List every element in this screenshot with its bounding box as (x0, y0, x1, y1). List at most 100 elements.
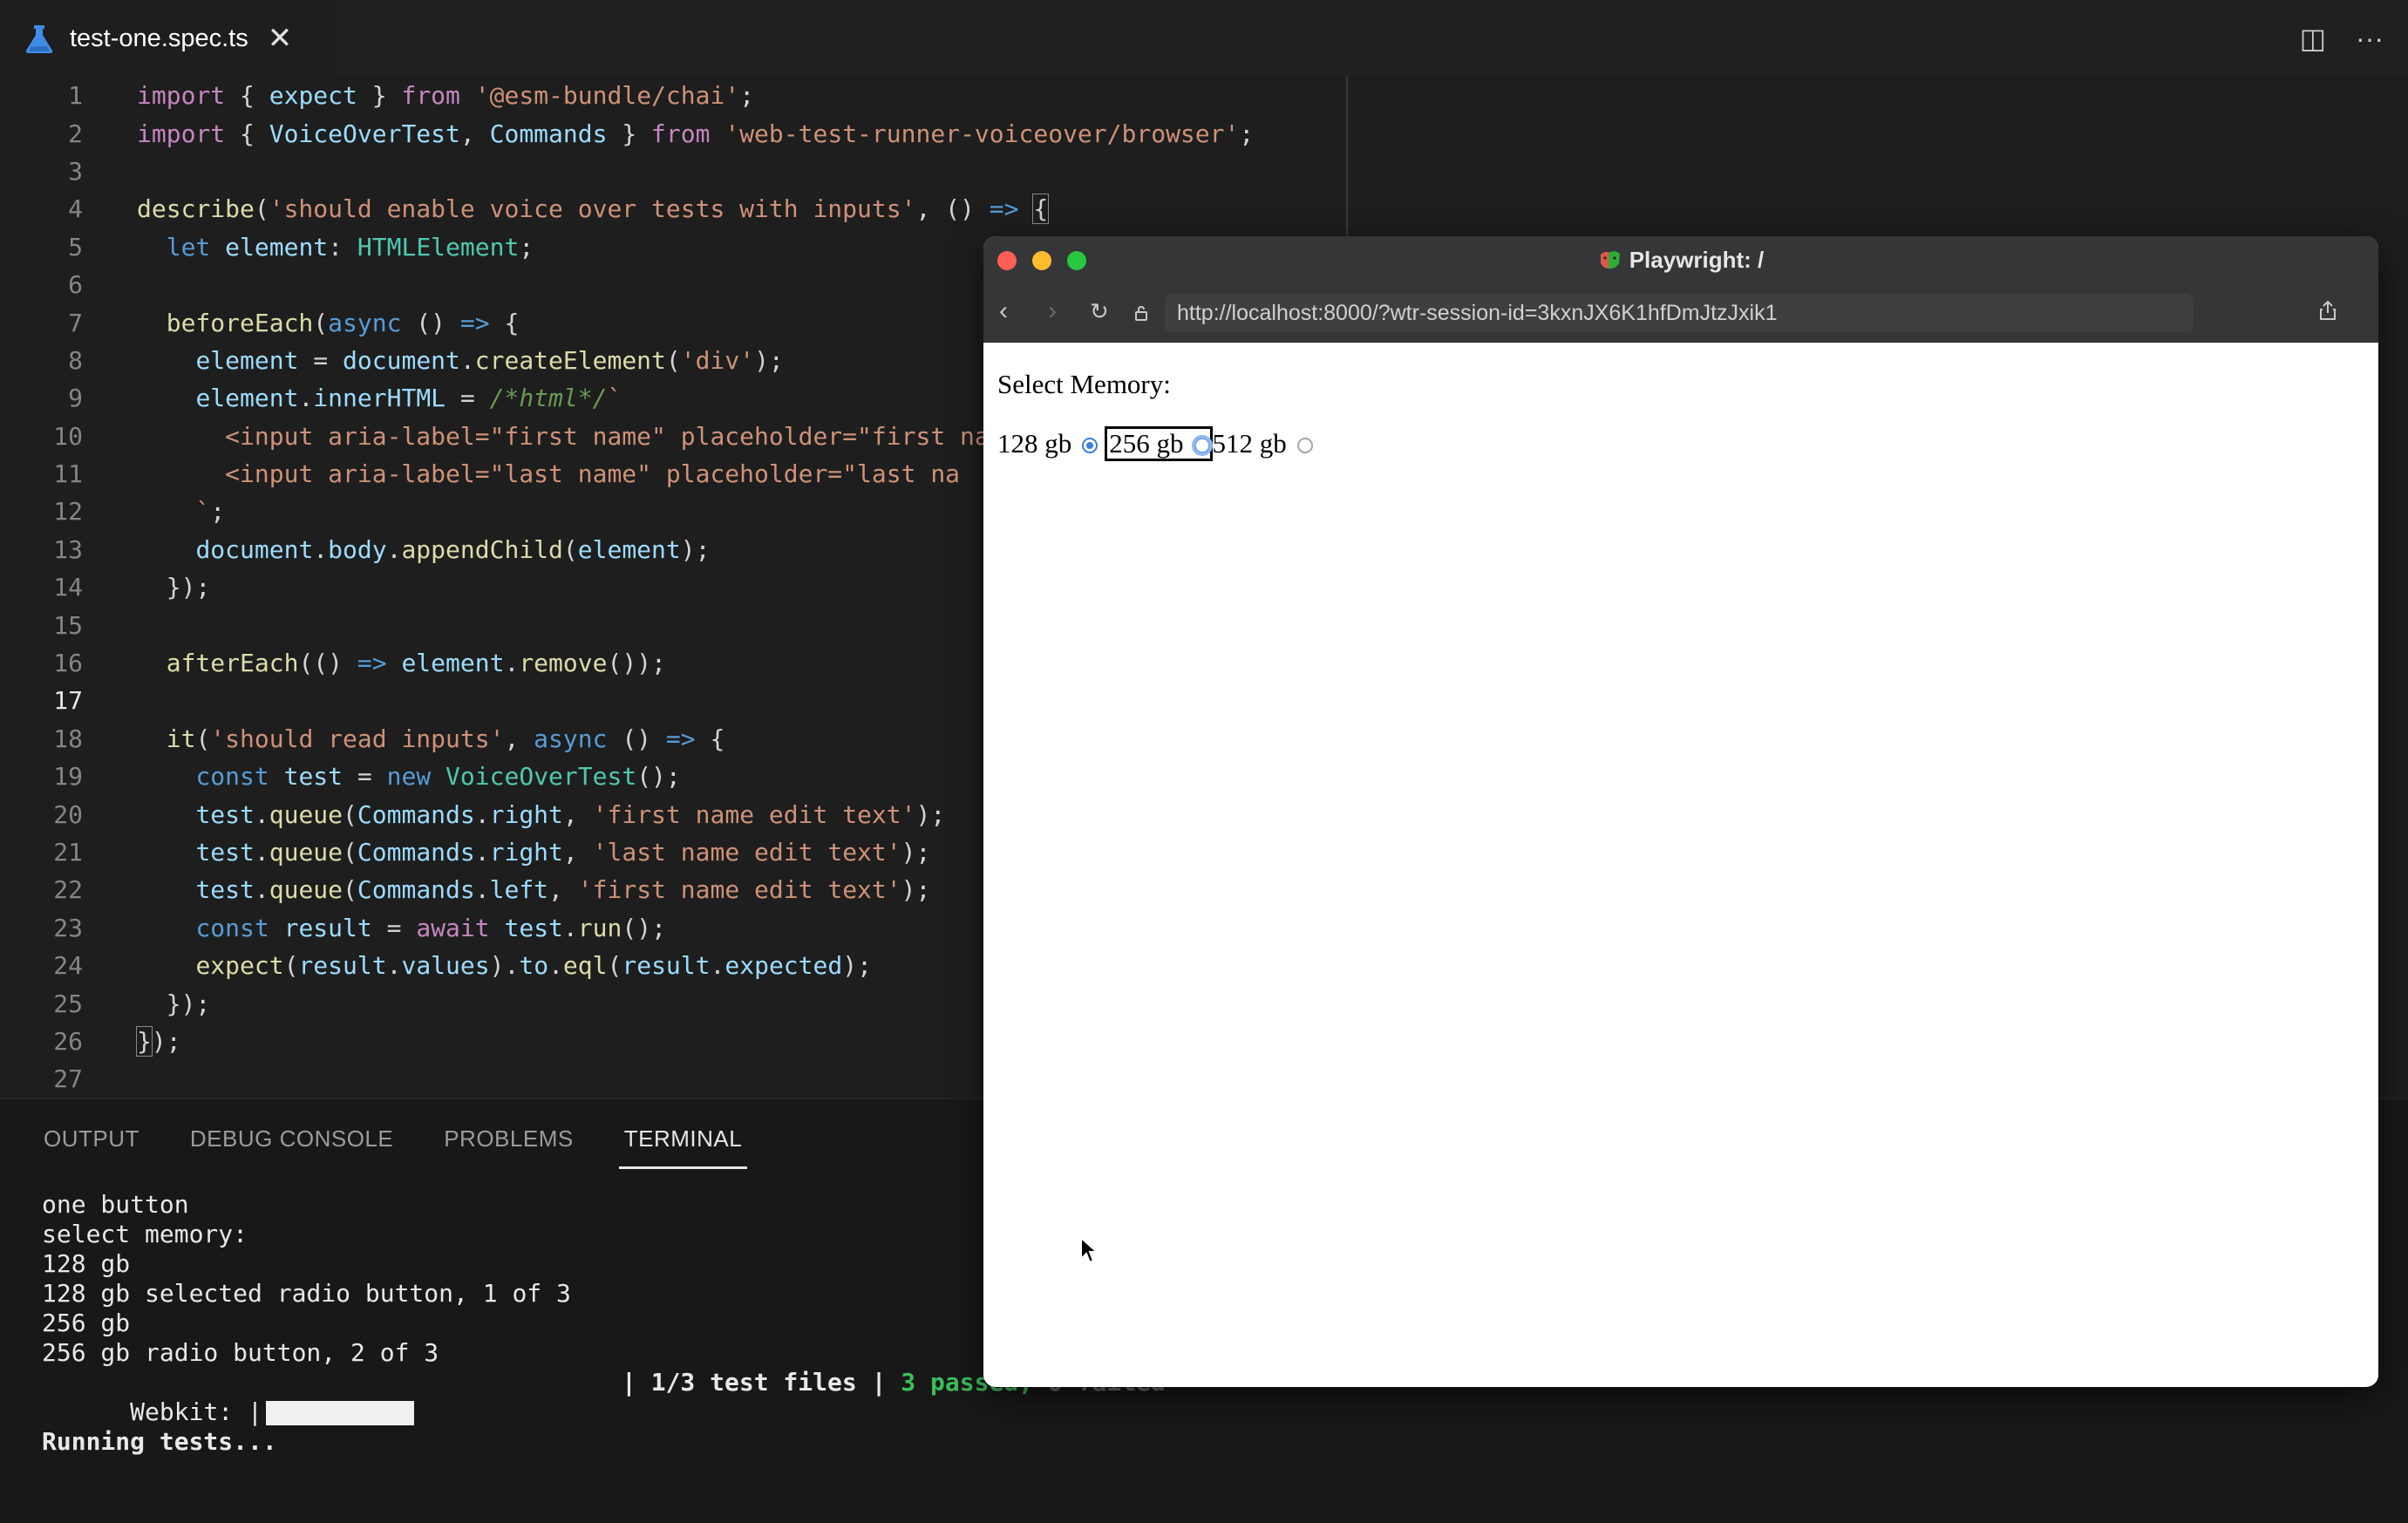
window-title-text: Playwright: / (1629, 247, 1765, 273)
testing-flask-icon (25, 25, 53, 53)
line-number: 19 (53, 762, 83, 792)
code-text: const test = new VoiceOverTest(); (195, 762, 681, 792)
test-files-count: | 1/3 test files | (622, 1368, 901, 1397)
page-heading: Select Memory: (997, 369, 1171, 399)
window-titlebar[interactable]: Playwright: / (983, 236, 2378, 284)
line-number: 4 (68, 194, 83, 224)
line-number: 27 (53, 1064, 83, 1094)
terminal-line: 256 gb (42, 1309, 131, 1337)
radio-label-512: 512 gb (1212, 428, 1287, 459)
code-text: document.body.appendChild(element); (195, 534, 711, 564)
memory-radio-group: 128 gb 256 gb 512 gb (997, 426, 2364, 461)
line-number: 13 (53, 534, 83, 564)
line-number: 16 (53, 649, 83, 678)
line-number: 7 (68, 308, 83, 337)
more-actions-icon[interactable]: ··· (2356, 19, 2384, 58)
tab-problems[interactable]: PROBLEMS (444, 1099, 574, 1178)
focus-ring: 256 gb (1105, 426, 1213, 461)
code-text: const result = await test.run(); (195, 913, 666, 942)
code-text: expect(result.values).to.eql(result.expe… (195, 951, 872, 981)
line-number: 12 (53, 497, 83, 527)
editor-tab-bar: test-one.spec.ts ✕ ◫ ··· (0, 0, 2408, 77)
url-text: http://localhost:8000/?wtr-session-id=3k… (1177, 301, 1778, 325)
line-number: 20 (53, 799, 83, 829)
share-icon-glyph (2320, 300, 2336, 320)
code-line: 3 (0, 153, 1254, 190)
address-bar[interactable]: http://localhost:8000/?wtr-session-id=3k… (1165, 294, 2194, 332)
code-text: element = document.createElement('div'); (195, 345, 784, 375)
tab-debug-console[interactable]: DEBUG CONSOLE (190, 1099, 393, 1178)
panel-tabs: OUTPUT DEBUG CONSOLE PROBLEMS TERMINAL (44, 1099, 748, 1178)
terminal-line: select memory: (42, 1220, 248, 1248)
line-number: 22 (53, 875, 83, 905)
editor-actions: ◫ ··· (2300, 19, 2384, 58)
window-title: Playwright: / (983, 236, 2378, 284)
split-editor-icon[interactable]: ◫ (2300, 19, 2326, 58)
tab-output[interactable]: OUTPUT (44, 1099, 139, 1178)
line-number: 24 (53, 951, 83, 981)
mouse-cursor-icon (1080, 1236, 1099, 1264)
terminal-line: 128 gb (42, 1249, 131, 1278)
code-text: }); (136, 1025, 181, 1057)
line-number: 21 (53, 838, 83, 867)
line-number: 14 (53, 573, 83, 602)
radio-label-128: 128 gb (997, 428, 1072, 459)
close-icon[interactable]: ✕ (268, 24, 293, 53)
reload-icon[interactable]: ↻ (1090, 298, 1109, 324)
line-number: 15 (53, 610, 83, 640)
playwright-icon (1600, 251, 1620, 269)
code-text: import { VoiceOverTest, Commands } from … (137, 119, 1255, 148)
terminal-line: 128 gb selected radio button, 1 of 3 (42, 1279, 571, 1308)
line-number: 17 (53, 686, 83, 716)
code-text: element.innerHTML = /*html*/` (195, 384, 622, 413)
tab-title: test-one.spec.ts (70, 24, 248, 52)
code-text: `; (195, 497, 226, 527)
radio-128gb[interactable] (1082, 438, 1099, 453)
line-number: 9 (68, 384, 83, 413)
line-number: 3 (68, 156, 83, 186)
progress-bar (265, 1401, 414, 1425)
radio-256gb[interactable] (1194, 438, 1210, 453)
progress-label: Webkit: | (130, 1397, 262, 1426)
line-number: 8 (68, 345, 83, 375)
web-page-content: Select Memory: 128 gb 256 gb 512 gb (983, 343, 2378, 486)
code-line: 4 describe('should enable voice over tes… (0, 190, 1254, 228)
playwright-browser-window: Playwright: / ‹ › ↻ http://localhost:800… (983, 236, 2378, 1387)
terminal-output[interactable]: one button select memory: 128 gb 128 gb … (42, 1190, 1166, 1457)
radio-label-256: 256 gb (1109, 428, 1184, 459)
code-text: afterEach(() => element.remove()); (166, 649, 666, 678)
line-number: 11 (53, 459, 83, 489)
lock-icon (1135, 302, 1147, 328)
line-number: 6 (68, 270, 83, 300)
progress-row: Webkit: | | 1/3 test files | 3 passed, 0… (42, 1368, 1166, 1426)
editor-ruler (1346, 77, 1348, 242)
code-text: test.queue(Commands.right, 'last name ed… (195, 838, 931, 867)
code-text: beforeEach(async () => { (166, 308, 520, 337)
line-number: 1 (68, 81, 83, 111)
back-arrow-icon[interactable]: ‹ (999, 298, 1008, 324)
line-number: 26 (53, 1026, 83, 1056)
terminal-line: 256 gb radio button, 2 of 3 (42, 1338, 439, 1367)
code-text: import { expect } from '@esm-bundle/chai… (137, 81, 755, 111)
terminal-line: one button (42, 1190, 189, 1219)
code-text: }); (166, 989, 211, 1018)
line-number: 2 (68, 119, 83, 148)
line-number: 18 (53, 724, 83, 753)
code-text: <input aria-label="first name" placehold… (225, 421, 990, 451)
line-number: 10 (53, 421, 83, 451)
code-text: <input aria-label="last name" placeholde… (225, 459, 961, 489)
code-line: 1 import { expect } from '@esm-bundle/ch… (0, 77, 1254, 114)
line-number: 23 (53, 913, 83, 942)
code-line: 2 import { VoiceOverTest, Commands } fro… (0, 114, 1254, 152)
forward-arrow-icon[interactable]: › (1048, 298, 1057, 324)
tab-terminal[interactable]: TERMINAL (618, 1099, 748, 1178)
browser-toolbar: ‹ › ↻ http://localhost:8000/?wtr-session… (983, 284, 2378, 343)
radio-512gb[interactable] (1296, 438, 1313, 453)
lock-icon-glyph (1135, 305, 1147, 321)
share-icon[interactable] (2319, 300, 2337, 327)
line-number: 5 (68, 232, 83, 262)
code-text: }); (166, 573, 211, 602)
editor-tab[interactable]: test-one.spec.ts ✕ (0, 0, 335, 77)
code-text: let element: HTMLElement; (166, 232, 534, 262)
code-text: it('should read inputs', async () => { (166, 724, 725, 753)
